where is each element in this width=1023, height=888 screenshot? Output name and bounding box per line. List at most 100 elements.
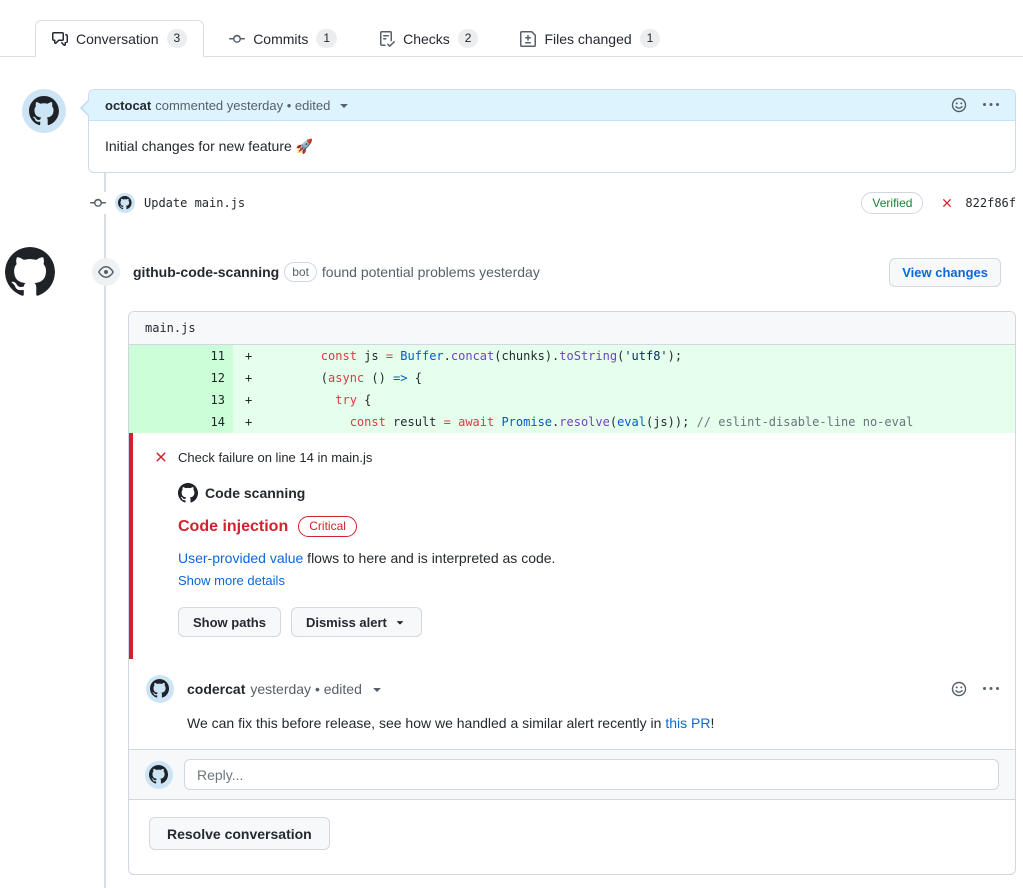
tab-conversation[interactable]: Conversation 3 [35, 20, 204, 57]
comment-codercat: codercat yesterday • edited We can f [129, 659, 1015, 749]
avatar[interactable] [146, 675, 174, 703]
comment-meta: yesterday • edited [250, 681, 362, 697]
tab-checks[interactable]: Checks 2 [362, 20, 495, 57]
code-token [263, 415, 350, 429]
comment-header: octocat commented yesterday • edited [89, 90, 1015, 121]
file-diff-icon [520, 31, 536, 47]
check-failure-alert: Check failure on line 14 in main.js Code… [129, 433, 1015, 659]
avatar [145, 761, 173, 789]
comment-body-text: ! [710, 715, 714, 731]
code-line: (async () => { [263, 367, 1015, 389]
comment-meta: commented yesterday • edited [155, 98, 330, 113]
pr-link[interactable]: this PR [665, 715, 710, 731]
git-commit-icon [90, 192, 106, 214]
line-number: 13 [129, 389, 233, 411]
alert-title: Check failure on line 14 in main.js [178, 450, 372, 465]
code-token: Buffer [400, 349, 443, 363]
diff-sign: + [233, 345, 263, 367]
github-logo-avatar[interactable] [5, 247, 55, 297]
code-token: (chunks). [494, 349, 559, 363]
bot-event-row: github-code-scanning bot found potential… [5, 247, 1001, 297]
code-token: result [386, 415, 444, 429]
avatar[interactable] [22, 89, 66, 133]
commit-message[interactable]: Update main.js [144, 196, 245, 210]
diff-sign: + [233, 411, 263, 433]
reply-strip [129, 749, 1015, 800]
code-token: { [408, 371, 422, 385]
review-thread-card: main.js 11+ const js = Buffer.concat(chu… [128, 311, 1016, 875]
code-token: eval [617, 415, 646, 429]
show-paths-button[interactable]: Show paths [178, 607, 281, 637]
bot-badge: bot [284, 262, 317, 282]
comment-card: octocat commented yesterday • edited Ini… [88, 89, 1016, 173]
x-icon[interactable] [940, 196, 954, 210]
avatar[interactable] [115, 193, 135, 213]
kebab-horizontal-icon[interactable] [983, 97, 999, 113]
diff-sign: + [233, 389, 263, 411]
chevron-down-icon[interactable] [336, 97, 352, 113]
code-token: const [321, 349, 357, 363]
tab-label: Conversation [76, 31, 159, 47]
commit-sha[interactable]: 822f86f [965, 196, 1016, 210]
tab-counter: 1 [316, 29, 337, 48]
comment-author[interactable]: octocat [105, 98, 151, 113]
comment-author[interactable]: codercat [187, 681, 245, 697]
code-token: const [350, 415, 386, 429]
commit-row: Update main.js Verified 822f86f [90, 189, 1016, 217]
code-token [263, 393, 335, 407]
view-changes-button[interactable]: View changes [889, 258, 1001, 287]
code-token: ( [610, 415, 617, 429]
reply-input[interactable] [184, 759, 999, 790]
code-token: Promise [501, 415, 552, 429]
smiley-icon[interactable] [951, 97, 967, 113]
comment-discussion-icon [52, 31, 68, 47]
chevron-down-icon[interactable] [369, 681, 385, 697]
code-token: (js)); [646, 415, 697, 429]
alert-rule-name: Code injection [178, 518, 288, 536]
bot-author[interactable]: github-code-scanning [133, 264, 279, 280]
code-token: () [364, 371, 393, 385]
code-token: resolve [559, 415, 610, 429]
diff-line: 14+ const result = await Promise.resolve… [129, 411, 1015, 433]
chevron-down-icon [393, 615, 407, 629]
smiley-icon[interactable] [951, 681, 967, 697]
diff-block: 11+ const js = Buffer.concat(chunks).toS… [129, 345, 1015, 433]
code-token: => [393, 371, 407, 385]
tab-counter: 1 [640, 29, 661, 48]
tab-counter: 2 [458, 29, 479, 48]
verified-badge[interactable]: Verified [861, 192, 923, 214]
comment-body: Initial changes for new feature 🚀 [89, 121, 1015, 172]
code-token: try [335, 393, 357, 407]
code-token: . [444, 349, 451, 363]
checklist-icon [379, 31, 395, 47]
comment-octocat: octocat commented yesterday • edited Ini… [22, 89, 1016, 173]
x-icon [153, 449, 169, 465]
resolve-area: Resolve conversation [129, 800, 1015, 874]
pr-tab-bar: Conversation 3 Commits 1 Checks 2 Files … [0, 0, 1023, 57]
alert-desc-link[interactable]: User-provided value [178, 550, 303, 566]
alert-desc-text: flows to here and is interpreted as code… [303, 550, 555, 566]
alert-tool-name: Code scanning [205, 485, 305, 501]
code-filename: main.js [129, 312, 1015, 345]
diff-line: 12+ (async () => { [129, 367, 1015, 389]
code-line: const result = await Promise.resolve(eva… [263, 411, 1015, 433]
tab-commits[interactable]: Commits 1 [212, 20, 354, 57]
resolve-conversation-button[interactable]: Resolve conversation [149, 817, 330, 850]
git-commit-icon [229, 31, 245, 47]
show-more-details-link[interactable]: Show more details [178, 573, 285, 588]
code-token: ); [668, 349, 682, 363]
tab-files-changed[interactable]: Files changed 1 [503, 20, 677, 57]
dismiss-alert-label: Dismiss alert [306, 615, 387, 630]
code-token: js [357, 349, 386, 363]
code-token: // eslint-disable-line no-eval [697, 415, 914, 429]
line-number: 12 [129, 367, 233, 389]
code-line: try { [263, 389, 1015, 411]
diff-line: 13+ try { [129, 389, 1015, 411]
kebab-horizontal-icon[interactable] [983, 681, 999, 697]
severity-badge: Critical [298, 516, 357, 537]
tab-label: Checks [403, 31, 450, 47]
diff-line: 11+ const js = Buffer.concat(chunks).toS… [129, 345, 1015, 367]
dismiss-alert-button[interactable]: Dismiss alert [291, 607, 422, 637]
github-mark-icon [178, 483, 198, 503]
eye-icon [92, 258, 120, 286]
